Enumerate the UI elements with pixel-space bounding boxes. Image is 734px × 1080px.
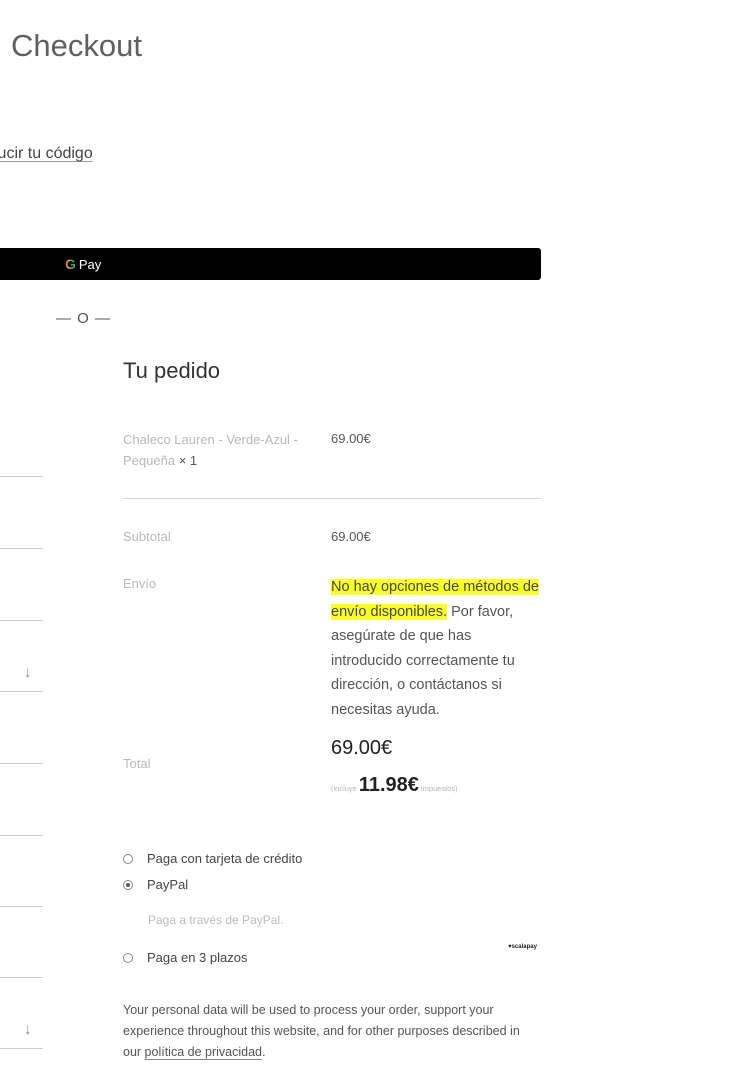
gpay-label: G Pay	[65, 256, 101, 272]
radio-checked-icon[interactable]	[123, 879, 133, 890]
form-field-underline[interactable]	[0, 835, 43, 836]
privacy-policy-link[interactable]: política de privacidad	[145, 1045, 262, 1059]
form-field-underline[interactable]	[0, 548, 43, 549]
order-divider	[123, 498, 541, 499]
form-field-underline[interactable]	[0, 763, 43, 764]
arrow-down-icon[interactable]: ↓	[24, 1021, 32, 1038]
subtotal-value: 69.00€	[331, 529, 371, 544]
privacy-notice: Your personal data will be used to proce…	[123, 1003, 520, 1059]
shipping-label: Envío	[123, 576, 157, 591]
total-value: 69.00€	[331, 737, 393, 759]
tax-included: (incluye 11.98€ impuestos)	[331, 774, 458, 796]
radio-icon[interactable]	[123, 952, 133, 963]
or-separator: — O —	[56, 310, 112, 327]
form-field-underline[interactable]	[0, 906, 43, 907]
payment-option-paypal[interactable]: PayPal	[123, 877, 188, 892]
order-product-name: Chaleco Lauren - Verde-Azul - Pequeña × …	[123, 432, 298, 468]
form-field-underline[interactable]	[0, 691, 43, 692]
payment-option-card[interactable]: Paga con tarjeta de crédito	[123, 851, 302, 866]
product-quantity: × 1	[178, 453, 198, 468]
radio-icon[interactable]	[123, 853, 133, 864]
form-field-underline[interactable]	[0, 476, 43, 477]
scalapay-logo: ♥scalapay	[508, 944, 537, 950]
shipping-message-rest: Por favor, asegúrate de que has introduc…	[331, 603, 515, 718]
form-field-underline[interactable]	[0, 977, 43, 978]
google-g-icon: G	[65, 256, 76, 272]
coupon-link[interactable]: lucir tu código	[0, 145, 93, 163]
google-pay-button[interactable]: G Pay	[0, 248, 541, 280]
total-label: Total	[123, 756, 151, 771]
product-price: 69.00€	[331, 431, 371, 446]
tax-value: 11.98€	[358, 774, 419, 796]
form-field-underline[interactable]	[0, 620, 43, 621]
subtotal-label: Subtotal	[123, 529, 171, 544]
shipping-message: No hay opciones de métodos de envío disp…	[331, 575, 546, 722]
form-field-underline[interactable]	[0, 1048, 43, 1049]
page-title: Checkout	[11, 28, 142, 63]
arrow-down-icon[interactable]: ↓	[24, 664, 32, 681]
gpay-text: Pay	[78, 256, 102, 272]
order-title: Tu pedido	[123, 358, 221, 383]
paypal-description: Paga a través de PayPal.	[148, 913, 284, 927]
payment-option-installments[interactable]: Paga en 3 plazos	[123, 950, 247, 965]
